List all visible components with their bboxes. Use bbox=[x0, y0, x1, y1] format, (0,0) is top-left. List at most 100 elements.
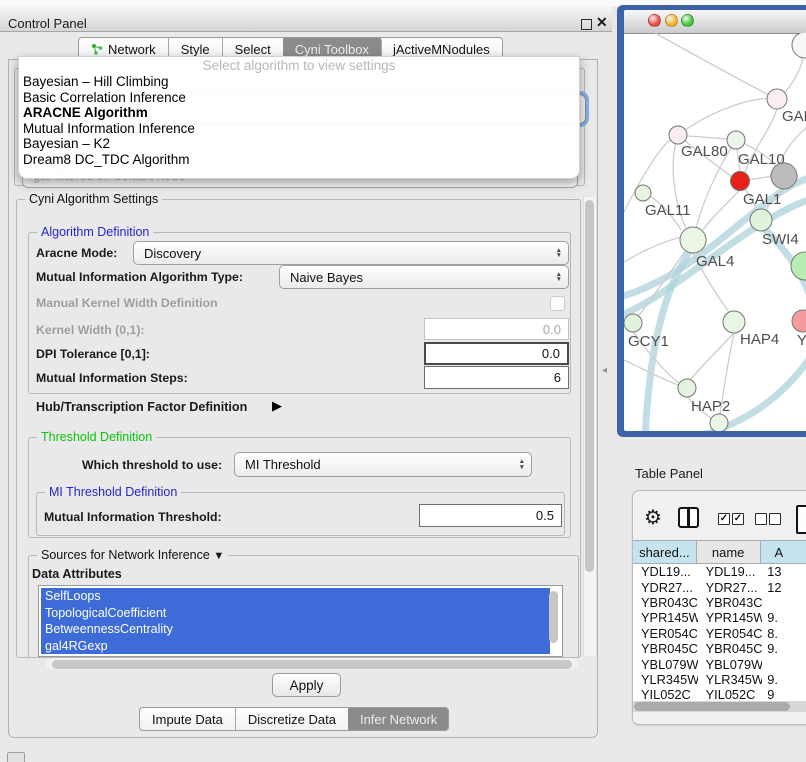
tab-label: Style bbox=[181, 42, 210, 57]
dropdown-item[interactable]: Mutual Information Inference bbox=[19, 121, 579, 137]
data-attributes-label: Data Attributes bbox=[32, 567, 122, 581]
table-cell: YER054C bbox=[698, 626, 763, 641]
network-node-gal80[interactable] bbox=[669, 126, 687, 144]
dropdown-item[interactable]: Basic Correlation Inference bbox=[19, 90, 579, 106]
network-node-gcy1[interactable] bbox=[624, 314, 642, 332]
network-window-titlebar[interactable] bbox=[624, 10, 806, 34]
table-row[interactable]: YPR145WYPR145W9. bbox=[633, 610, 806, 625]
network-node-gal[interactable] bbox=[767, 89, 787, 109]
column-header-shared-name[interactable]: shared... bbox=[633, 541, 697, 563]
attr-hscrollbar-thumb[interactable] bbox=[52, 660, 572, 669]
network-node-y[interactable] bbox=[792, 310, 806, 332]
network-node-hap4[interactable] bbox=[723, 311, 745, 333]
checked-checkbox-icon[interactable]: ✓ bbox=[732, 513, 744, 525]
bottom-tabs: Impute Data Discretize Data Infer Network bbox=[139, 707, 449, 731]
network-edge bbox=[655, 33, 769, 95]
manual-kernel-checkbox[interactable] bbox=[550, 296, 565, 311]
unchecked-checkbox-icon[interactable] bbox=[769, 513, 781, 525]
table-row[interactable]: YIL052CYIL052C9 bbox=[633, 687, 806, 702]
panel-toggle-icon[interactable] bbox=[7, 752, 25, 762]
tab-label: Cyni Toolbox bbox=[295, 42, 369, 57]
network-node-gal1[interactable] bbox=[731, 172, 750, 191]
table-row[interactable]: YLR345WYLR345W9. bbox=[633, 672, 806, 687]
table-hscrollbar[interactable] bbox=[633, 701, 806, 712]
mi-threshold-group-title: MI Threshold Definition bbox=[45, 485, 181, 499]
table-cell: YPR145W bbox=[633, 610, 698, 625]
kernel-width-field[interactable]: 0.0 bbox=[424, 318, 569, 340]
dpi-tolerance-field[interactable]: 0.0 bbox=[424, 342, 569, 365]
column-header-partial[interactable]: A bbox=[761, 541, 806, 563]
mi-steps-field[interactable]: 6 bbox=[424, 366, 569, 389]
network-node-hap2[interactable] bbox=[678, 379, 696, 397]
list-item[interactable]: BetweennessCentrality bbox=[41, 621, 550, 638]
table-row[interactable]: YDL19...YDL19...13 bbox=[633, 564, 806, 579]
data-attributes-list[interactable]: SelfLoopsTopologicalCoefficientBetweenne… bbox=[38, 585, 563, 657]
settings-scrollbar[interactable] bbox=[583, 197, 597, 656]
apply-button[interactable]: Apply bbox=[272, 673, 341, 697]
hub-definition-label[interactable]: Hub/Transcription Factor Definition bbox=[36, 400, 247, 414]
dropdown-item[interactable]: Bayesian – Hill Climbing bbox=[19, 74, 579, 90]
tab-label: jActiveMNodules bbox=[393, 42, 490, 57]
float-panel-icon[interactable] bbox=[581, 19, 592, 30]
network-node-gal10[interactable] bbox=[727, 131, 745, 149]
table-cell: YBR043C bbox=[698, 595, 763, 610]
tab-infer-network[interactable]: Infer Network bbox=[348, 707, 449, 731]
splitter-grip-icon[interactable]: ◂ bbox=[602, 365, 607, 376]
network-node[interactable] bbox=[710, 414, 728, 431]
network-canvas[interactable]: GALGAL80GAL10GAL1GAL11SWI4GAL4GCY1HAP4YH… bbox=[624, 33, 806, 431]
sources-group-title[interactable]: Sources for Network Inference ▼ bbox=[37, 548, 228, 562]
aracne-mode-combo[interactable]: Discovery ▲▼ bbox=[133, 241, 569, 265]
which-threshold-combo[interactable]: MI Threshold ▲▼ bbox=[234, 452, 532, 477]
column-header-name[interactable]: name bbox=[697, 541, 761, 563]
node-label: GAL4 bbox=[696, 253, 734, 270]
dropdown-item[interactable]: ARACNE Algorithm bbox=[19, 105, 579, 121]
tab-impute-data[interactable]: Impute Data bbox=[140, 708, 236, 730]
network-node-gal11[interactable] bbox=[635, 185, 651, 201]
mac-zoom-icon[interactable] bbox=[681, 14, 694, 27]
table-cell bbox=[762, 595, 806, 610]
settings-scrollbar-thumb[interactable] bbox=[585, 200, 594, 572]
list-item[interactable]: SelfLoops bbox=[41, 588, 550, 605]
table-cell bbox=[762, 656, 806, 671]
table-row[interactable]: YER054CYER054C8. bbox=[633, 626, 806, 641]
gear-icon[interactable]: ⚙ bbox=[644, 505, 662, 530]
dropdown-item[interactable]: Dream8 DC_TDC Algorithm bbox=[19, 152, 579, 168]
table-row[interactable]: YDR27...YDR27...12 bbox=[633, 579, 806, 594]
table-row[interactable]: YBR043CYBR043C bbox=[633, 595, 806, 610]
network-node-swi4[interactable] bbox=[750, 209, 772, 231]
which-threshold-value: MI Threshold bbox=[245, 457, 321, 472]
attr-list-scrollbar-thumb[interactable] bbox=[549, 591, 558, 643]
list-item[interactable]: TopologicalCoefficient bbox=[41, 605, 550, 622]
mac-minimize-icon[interactable] bbox=[665, 14, 678, 27]
unchecked-checkbox-icon[interactable] bbox=[755, 513, 767, 525]
collapse-down-icon[interactable]: ▼ bbox=[213, 550, 224, 562]
network-node[interactable] bbox=[791, 252, 806, 280]
checked-checkbox-icon[interactable]: ✓ bbox=[718, 513, 730, 525]
table-row[interactable]: YBL079WYBL079W bbox=[633, 656, 806, 671]
list-item[interactable]: gal4RGexp bbox=[41, 638, 550, 655]
node-label: HAP4 bbox=[740, 331, 779, 348]
dropdown-item[interactable]: Bayesian – K2 bbox=[19, 136, 579, 152]
network-icon bbox=[91, 43, 103, 55]
expand-right-icon[interactable]: ▶ bbox=[272, 398, 282, 414]
mi-type-combo[interactable]: Naive Bayes ▲▼ bbox=[279, 265, 569, 289]
attr-hscrollbar[interactable] bbox=[46, 658, 578, 670]
document-icon[interactable] bbox=[796, 505, 806, 534]
tab-discretize-data[interactable]: Discretize Data bbox=[236, 708, 349, 730]
network-node[interactable] bbox=[771, 163, 797, 189]
mi-steps-label: Mutual Information Steps: bbox=[36, 371, 188, 385]
close-panel-icon[interactable]: ✕ bbox=[596, 14, 608, 31]
network-node[interactable] bbox=[792, 33, 806, 58]
split-columns-icon[interactable] bbox=[678, 507, 699, 528]
tab-label: Discretize Data bbox=[248, 712, 336, 727]
mi-threshold-field[interactable]: 0.5 bbox=[419, 504, 562, 527]
mac-close-icon[interactable] bbox=[648, 14, 661, 27]
mi-threshold-value: 0.5 bbox=[536, 508, 554, 523]
table-hscrollbar-thumb[interactable] bbox=[634, 702, 790, 711]
apply-label: Apply bbox=[290, 678, 324, 693]
dropdown-prompt: Select algorithm to view settings bbox=[19, 57, 579, 74]
table-row[interactable]: YBR045CYBR045C9. bbox=[633, 641, 806, 656]
table-cell: YLR345W bbox=[698, 672, 763, 687]
stepper-icon: ▲▼ bbox=[519, 453, 525, 476]
network-node-gal4[interactable] bbox=[680, 227, 706, 253]
